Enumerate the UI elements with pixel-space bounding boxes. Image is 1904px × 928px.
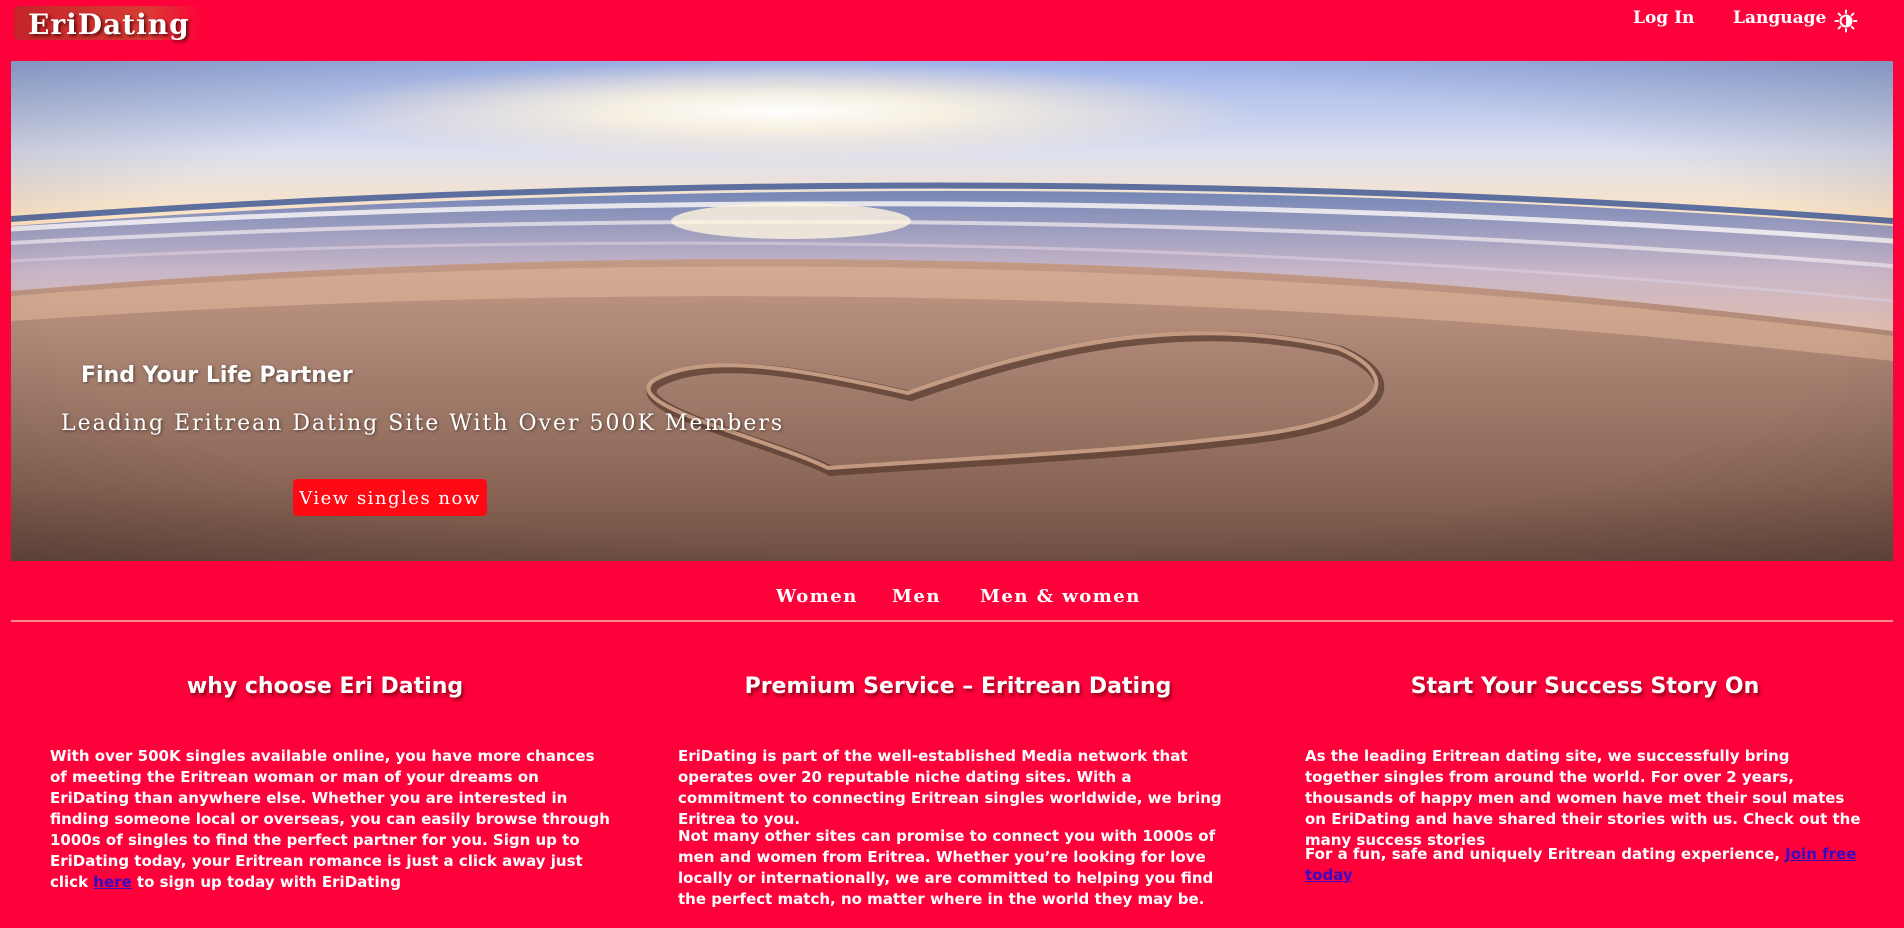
premium-service-text-1: EriDating is part of the well-establishe…	[678, 747, 1222, 828]
language-link[interactable]: Language	[1733, 8, 1826, 28]
hero-banner: Find Your Life Partner Leading Eritrean …	[11, 61, 1893, 561]
success-story-text-2: For a fun, safe and uniquely Eritrean da…	[1305, 844, 1865, 886]
tab-men[interactable]: Men	[892, 586, 941, 607]
premium-service-section: Premium Service – Eritrean Dating EriDat…	[678, 674, 1238, 908]
section-divider	[11, 620, 1893, 622]
top-navigation-bar: EriDating Log In Language	[0, 0, 1904, 48]
success-story-text-2-part1: For a fun, safe and uniquely Eritrean da…	[1305, 845, 1786, 863]
tab-men-and-women[interactable]: Men & women	[980, 586, 1141, 607]
why-choose-section: why choose Eri Dating With over 500K sin…	[50, 674, 610, 891]
success-story-section: Start Your Success Story On As the leadi…	[1305, 674, 1865, 884]
premium-service-text-2: Not many other sites can promise to conn…	[678, 827, 1216, 908]
success-story-heading: Start Your Success Story On	[1410, 674, 1760, 699]
site-logo[interactable]: EriDating	[14, 6, 204, 41]
view-singles-button[interactable]: View singles now	[293, 479, 487, 516]
success-story-text-1: As the leading Eritrean dating site, we …	[1305, 747, 1861, 849]
why-choose-text: With over 500K singles available online,…	[50, 746, 610, 893]
site-logo-text[interactable]: EriDating	[28, 8, 190, 41]
sun-icon[interactable]	[1834, 9, 1858, 33]
here-link[interactable]: here	[93, 873, 131, 891]
hero-subtitle: Leading Eritrean Dating Site With Over 5…	[61, 411, 785, 436]
gender-tabs: Women Men Men & women	[0, 586, 1904, 614]
why-choose-text-part2: to sign up today with EriDating	[131, 873, 401, 891]
tab-women[interactable]: Women	[776, 586, 858, 607]
premium-service-heading: Premium Service – Eritrean Dating	[744, 674, 1172, 699]
why-choose-text-part1: With over 500K singles available online,…	[50, 747, 610, 891]
hero-title: Find Your Life Partner	[81, 363, 353, 388]
login-link[interactable]: Log In	[1633, 8, 1694, 28]
why-choose-heading: why choose Eri Dating	[186, 674, 464, 699]
